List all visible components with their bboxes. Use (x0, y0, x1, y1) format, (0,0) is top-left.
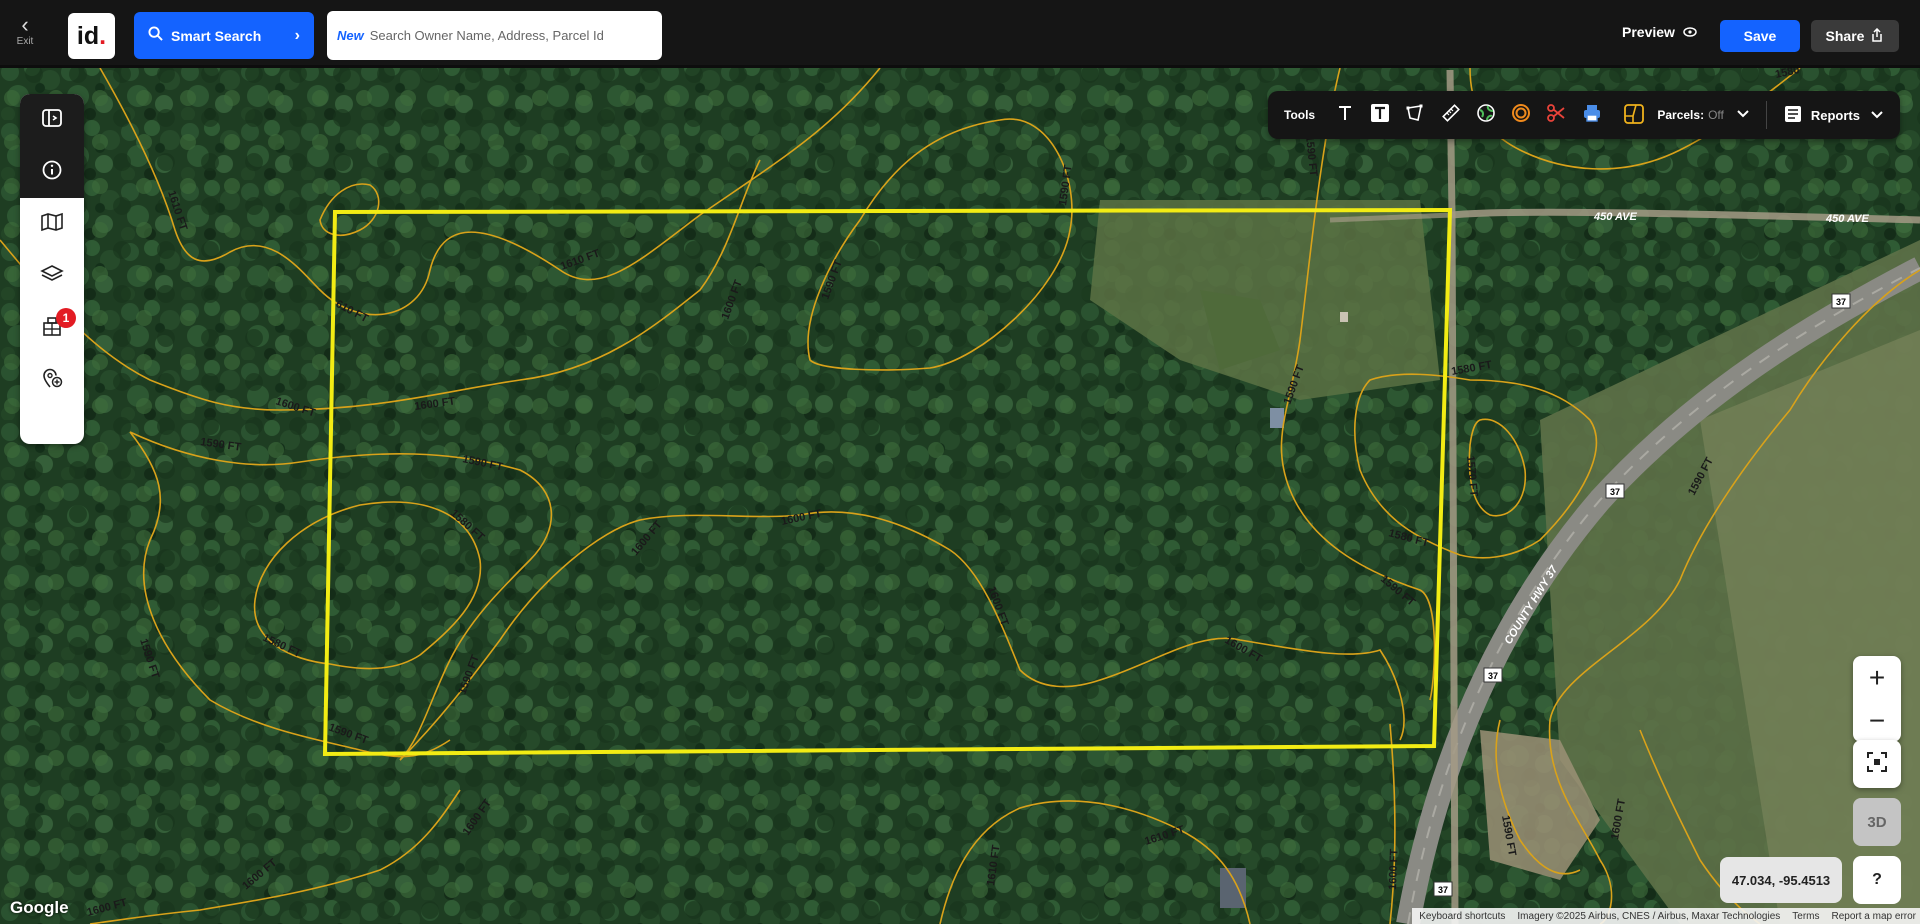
measure-tool-button[interactable] (1433, 97, 1468, 133)
imagery-credit: Imagery ©2025 Airbus, CNES / Airbus, Max… (1517, 910, 1781, 922)
toolbar-divider (1765, 101, 1767, 129)
fit-bounds-button[interactable] (1853, 740, 1901, 788)
map-canvas[interactable]: 1610 FT 610 FT 1610 FT 1600 FT 1600 FT 1… (0, 68, 1920, 924)
print-tool-button[interactable] (1574, 97, 1609, 133)
preview-button[interactable]: Preview (1622, 24, 1697, 40)
3d-toggle-button[interactable]: 3D (1853, 798, 1901, 846)
road-label: 450 AVE (1593, 211, 1637, 223)
info-icon (41, 159, 63, 186)
search-input[interactable] (369, 28, 620, 43)
notification-badge: 1 (56, 308, 76, 328)
panel-toggle-icon (41, 107, 63, 134)
exit-label: Exit (16, 36, 34, 47)
split-tool-button[interactable] (1539, 97, 1574, 133)
new-badge: New (337, 28, 364, 43)
app-logo[interactable]: id. (68, 13, 115, 59)
smart-search-label: Smart Search (171, 27, 262, 44)
layers-button[interactable] (20, 250, 84, 302)
satellite-map: 1610 FT 610 FT 1610 FT 1600 FT 1600 FT 1… (0, 68, 1920, 924)
reports-menu[interactable]: Reports (1783, 104, 1884, 127)
chevron-right-icon: › (294, 26, 300, 44)
parcels-state: Off (1708, 108, 1724, 122)
search-icon (148, 26, 163, 45)
google-logo: Google (10, 898, 69, 917)
road-label: 450 AVE (1825, 213, 1869, 225)
scissors-icon (1546, 103, 1566, 128)
chevron-left-icon: ‹ (21, 12, 29, 37)
terms-link[interactable]: Terms (1792, 911, 1819, 922)
smart-search-button[interactable]: Smart Search › (134, 12, 314, 59)
add-location-icon (40, 367, 64, 394)
text-icon (1336, 104, 1354, 127)
ruler-icon (1441, 103, 1461, 128)
share-button[interactable]: Share (1811, 20, 1899, 52)
report-error-link[interactable]: Report a map error (1832, 911, 1916, 922)
zoom-out-button[interactable]: − (1853, 699, 1901, 742)
parcels-label: Parcels: (1657, 108, 1705, 122)
chevron-down-icon (1724, 108, 1750, 122)
globe-tool-button[interactable] (1468, 97, 1503, 133)
panel-toggle-button[interactable] (20, 94, 84, 146)
route-shield: 37 (1831, 293, 1851, 309)
logo-text: id (76, 21, 100, 50)
share-icon (1864, 27, 1884, 45)
route-shield: 37 (1433, 881, 1453, 897)
left-sidebar: 1 (20, 94, 84, 444)
svg-text:37: 37 (1488, 671, 1498, 681)
svg-text:37: 37 (1438, 885, 1448, 895)
add-location-button[interactable] (20, 354, 84, 406)
search-bar[interactable]: New (327, 11, 662, 60)
map-icon (40, 211, 64, 238)
polygon-tool-button[interactable] (1398, 97, 1433, 133)
parcels-toggle[interactable]: Parcels: Off (1623, 103, 1750, 128)
route-shield: 37 (1605, 483, 1625, 499)
preview-label: Preview (1622, 24, 1675, 40)
buildings-button[interactable]: 1 (20, 302, 84, 354)
svg-text:37: 37 (1610, 487, 1620, 497)
target-icon (1511, 103, 1531, 128)
text-tool-button[interactable] (1327, 97, 1362, 133)
parcel-shape-icon (1623, 103, 1657, 128)
zoom-control: + − (1853, 656, 1901, 742)
text-box-tool-button[interactable] (1362, 97, 1397, 133)
chevron-down-icon (1860, 108, 1884, 123)
info-button[interactable] (20, 146, 84, 198)
keyboard-shortcuts-link[interactable]: Keyboard shortcuts (1419, 911, 1505, 922)
contour-label: 1600 FT (1387, 848, 1400, 890)
save-button[interactable]: Save (1720, 20, 1800, 52)
route-shield: 37 (1483, 667, 1503, 683)
help-button[interactable]: ? (1853, 856, 1901, 904)
coordinates-readout: 47.034, -95.4513 (1720, 857, 1842, 903)
reports-label: Reports (1810, 107, 1860, 123)
top-bar: ‹ Exit id. Smart Search › New Preview Sa… (0, 0, 1920, 68)
document-icon (1783, 104, 1811, 127)
map-attribution: Keyboard shortcuts Imagery ©2025 Airbus,… (1412, 908, 1920, 924)
tools-label: Tools (1284, 108, 1316, 122)
printer-icon (1582, 103, 1602, 128)
layers-icon (40, 263, 64, 290)
map-toolbar: Tools Parcels: Off Reports (1268, 91, 1900, 139)
globe-icon (1476, 103, 1496, 128)
exit-button[interactable]: ‹ Exit (8, 14, 42, 56)
zoom-in-button[interactable]: + (1853, 656, 1901, 699)
eye-icon (1679, 24, 1697, 40)
focus-frame-icon (1866, 751, 1888, 778)
polygon-draw-icon (1405, 103, 1425, 128)
svg-text:37: 37 (1836, 297, 1846, 307)
radius-tool-button[interactable] (1504, 97, 1539, 133)
share-label: Share (1825, 28, 1865, 44)
text-box-icon (1370, 103, 1390, 128)
map-button[interactable] (20, 198, 84, 250)
